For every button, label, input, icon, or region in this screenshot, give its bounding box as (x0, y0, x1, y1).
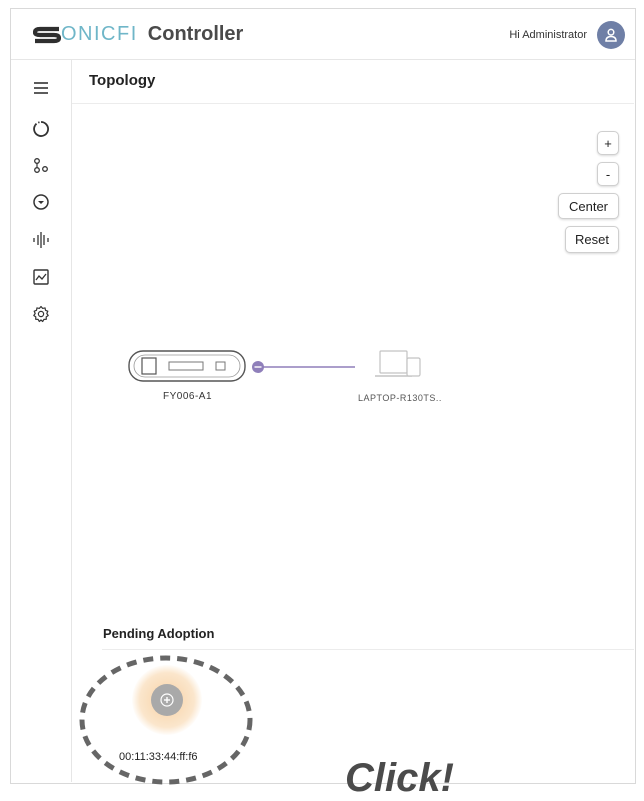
page-title: Topology (89, 72, 156, 89)
app-title: Controller (147, 23, 244, 45)
user-icon (605, 28, 617, 42)
pending-divider (102, 649, 634, 650)
device-icon (33, 194, 49, 210)
client-label: LAPTOP-R130TS.. (358, 393, 442, 403)
topology-graph (128, 350, 421, 382)
main-content: Topology + - Center Reset FY006-A1 LAPTO… (72, 60, 634, 800)
sidebar-item-signal[interactable] (31, 230, 51, 250)
gateway-node (128, 350, 246, 382)
pending-adoption-title: Pending Adoption (103, 626, 215, 641)
menu-icon (34, 82, 48, 94)
sidebar-item-topology[interactable] (31, 156, 51, 176)
top-bar: ONICFI Controller Hi Administrator (11, 9, 635, 60)
statistics-icon (33, 269, 49, 285)
audio-signal-icon (33, 232, 49, 248)
sidebar-item-dashboard[interactable] (31, 119, 51, 139)
click-hint-text: Click! (345, 756, 454, 800)
client-node (375, 350, 421, 377)
sidebar-item-menu[interactable] (31, 78, 51, 98)
sidebar-item-settings[interactable] (31, 304, 51, 324)
greeting-text: Hi Administrator (509, 29, 587, 41)
pending-device-mac: 00:11:33:44:ff:f6 (119, 751, 198, 763)
collapse-toggle-icon (252, 361, 264, 373)
topology-icon (34, 158, 48, 173)
add-circle-icon (160, 693, 174, 707)
dashboard-icon (33, 121, 49, 137)
pending-device-button[interactable] (132, 665, 202, 735)
gateway-label: FY006-A1 (163, 391, 213, 402)
sidebar-item-devices[interactable] (31, 192, 51, 212)
sidebar-item-statistics[interactable] (31, 267, 51, 287)
logo: ONICFI Controller (33, 23, 243, 46)
logo-text: ONICFI (61, 23, 138, 45)
settings-icon (33, 305, 49, 323)
avatar[interactable] (597, 21, 625, 49)
pending-device-badge (151, 684, 183, 716)
topology-canvas[interactable]: + - Center Reset FY006-A1 LAPTOP-R130TS.… (72, 104, 634, 604)
logo-s-mark (33, 26, 61, 43)
sidebar (11, 60, 72, 782)
